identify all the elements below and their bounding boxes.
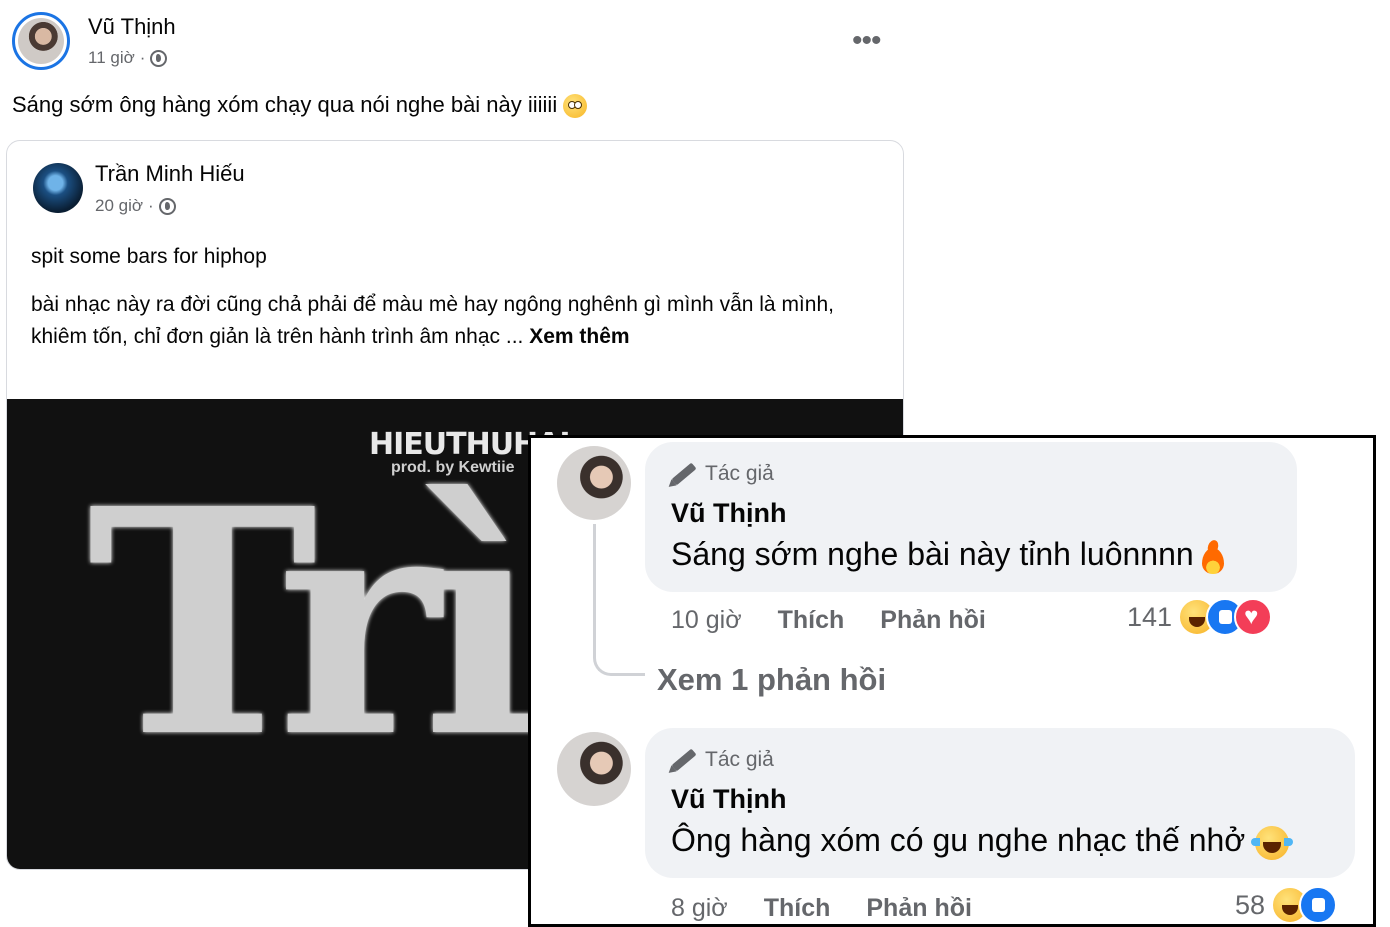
author-badge: Tác giả <box>671 462 774 486</box>
comment-time[interactable]: 10 giờ <box>671 606 742 635</box>
meta-separator: · <box>148 196 154 215</box>
reaction-summary[interactable]: 58 <box>1235 886 1338 924</box>
post-text-content: Sáng sớm ông hàng xóm chạy qua nói nghe … <box>12 92 558 117</box>
thread-connector <box>593 524 645 676</box>
like-button[interactable]: Thích <box>764 894 831 923</box>
tears-of-joy-emoji-icon <box>1251 825 1294 860</box>
author-badge: Tác giả <box>671 748 774 772</box>
like-button[interactable]: Thích <box>778 606 845 635</box>
globe-icon <box>158 197 176 215</box>
comment-text: Sáng sớm nghe bài này tỉnh luônnnn <box>671 536 1226 574</box>
shared-post-time[interactable]: 20 giờ <box>95 196 143 216</box>
see-more-link[interactable]: Xem thêm <box>529 325 629 348</box>
view-replies-link[interactable]: Xem 1 phản hồi <box>657 662 886 698</box>
comment-actions: 8 giờ Thích Phản hồi <box>671 894 972 923</box>
comment-author[interactable]: Vũ Thịnh <box>671 784 786 815</box>
like-icon <box>1299 886 1338 924</box>
post-time[interactable]: 11 giờ <box>88 48 135 68</box>
shared-post-line2: bài nhạc này ra đời cũng chả phải để màu… <box>31 293 834 348</box>
poster-avatar[interactable] <box>12 12 70 70</box>
shared-author-name[interactable]: Trần Minh Hiếu <box>95 161 245 187</box>
shared-post-line1: spit some bars for hiphop <box>31 245 267 268</box>
comment-author[interactable]: Vũ Thịnh <box>671 498 786 529</box>
flushed-emoji-icon <box>563 94 588 119</box>
comment-avatar[interactable] <box>557 732 631 806</box>
cover-title: Trì <box>87 442 540 806</box>
reply-button[interactable]: Phản hồi <box>880 606 986 635</box>
reaction-count: 58 <box>1235 889 1266 920</box>
comment-text: Ông hàng xóm có gu nghe nhạc thế nhở <box>671 822 1294 860</box>
post-text: Sáng sớm ông hàng xóm chạy qua nói nghe … <box>12 92 588 119</box>
meta-separator: · <box>139 48 146 67</box>
comment-bubble: Tác giả Vũ Thịnh Sáng sớm nghe bài này t… <box>645 442 1297 592</box>
poster-name[interactable]: Vũ Thịnh <box>88 14 176 40</box>
cover-producer: prod. by Kewtiie <box>391 459 515 476</box>
reply-button[interactable]: Phản hồi <box>866 894 972 923</box>
shared-post-meta: 20 giờ · <box>95 196 176 216</box>
author-badge-label: Tác giả <box>705 748 774 771</box>
fire-emoji-icon <box>1200 540 1226 574</box>
comment-text-content: Ông hàng xóm có gu nghe nhạc thế nhở <box>671 822 1246 858</box>
globe-icon <box>150 49 168 67</box>
shared-author-avatar[interactable] <box>33 163 83 213</box>
author-badge-label: Tác giả <box>705 462 774 485</box>
comment-actions: 10 giờ Thích Phản hồi <box>671 606 986 635</box>
shared-post-body: bài nhạc này ra đời cũng chả phải để màu… <box>31 289 871 353</box>
reaction-count: 141 <box>1127 601 1173 632</box>
comment-bubble: Tác giả Vũ Thịnh Ông hàng xóm có gu nghe… <box>645 728 1355 878</box>
reaction-summary[interactable]: 141 <box>1127 598 1273 636</box>
comments-panel: Tác giả Vũ Thịnh Sáng sớm nghe bài này t… <box>528 435 1376 927</box>
pencil-icon <box>671 462 697 486</box>
pencil-icon <box>671 748 697 772</box>
comment-text-content: Sáng sớm nghe bài này tỉnh luônnnn <box>671 536 1194 572</box>
post-meta: 11 giờ · <box>88 48 168 68</box>
comment-avatar[interactable] <box>557 446 631 520</box>
love-icon <box>1234 598 1273 636</box>
comment-time[interactable]: 8 giờ <box>671 894 728 923</box>
more-options-button[interactable]: ••• <box>852 24 881 58</box>
